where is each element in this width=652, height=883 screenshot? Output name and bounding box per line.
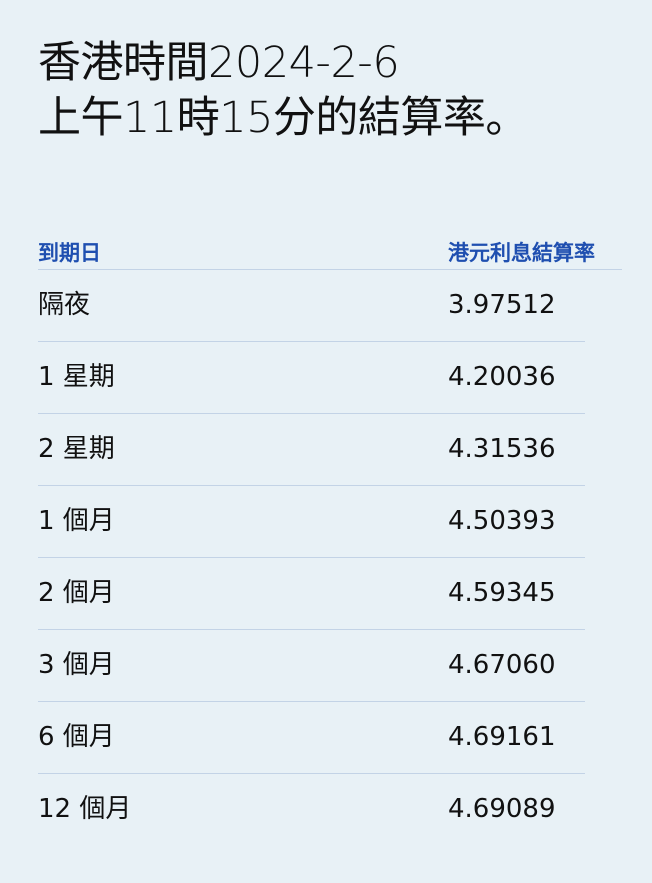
page-title-line-1: 香港時間2024-2-6	[38, 38, 400, 88]
header-tenor: 到期日	[38, 241, 101, 265]
tenor-cell: 隔夜	[38, 290, 91, 320]
table-row: 1 個月 4.50393	[38, 486, 585, 558]
page: 香港時間2024-2-6 上午11時15分的結算率。 到期日 港元利息結算率 隔…	[0, 0, 652, 883]
table-row: 2 個月 4.59345	[38, 558, 585, 630]
tenor-cell: 3 個月	[38, 650, 115, 680]
rate-cell: 4.20036	[448, 362, 556, 392]
rate-cell: 4.69161	[448, 722, 556, 752]
tenor-cell: 12 個月	[38, 794, 132, 824]
table-row: 6 個月 4.69161	[38, 702, 585, 774]
rate-cell: 3.97512	[448, 290, 556, 320]
rate-cell: 4.59345	[448, 578, 556, 608]
tenor-cell: 6 個月	[38, 722, 115, 752]
rate-cell: 4.50393	[448, 506, 556, 536]
tenor-cell: 1 個月	[38, 506, 115, 536]
table-row: 1 星期 4.20036	[38, 342, 585, 414]
table-row: 隔夜 3.97512	[38, 270, 585, 342]
rate-cell: 4.31536	[448, 434, 556, 464]
rate-cell: 4.67060	[448, 650, 556, 680]
rate-cell: 4.69089	[448, 794, 556, 824]
tenor-cell: 2 個月	[38, 578, 115, 608]
table-body: 隔夜 3.97512 1 星期 4.20036 2 星期 4.31536 1 個…	[38, 270, 585, 845]
settlement-rates-table: 到期日 港元利息結算率 隔夜 3.97512 1 星期 4.20036 2 星期…	[38, 233, 622, 845]
page-title: 香港時間2024-2-6 上午11時15分的結算率。	[38, 36, 652, 146]
table-row: 3 個月 4.67060	[38, 630, 585, 702]
table-row: 12 個月 4.69089	[38, 774, 585, 845]
page-title-line-2: 上午11時15分的結算率。	[38, 93, 528, 143]
tenor-cell: 2 星期	[38, 434, 115, 464]
table-header: 到期日 港元利息結算率	[38, 233, 622, 270]
tenor-cell: 1 星期	[38, 362, 115, 392]
header-rate: 港元利息結算率	[448, 241, 595, 265]
table-row: 2 星期 4.31536	[38, 414, 585, 486]
